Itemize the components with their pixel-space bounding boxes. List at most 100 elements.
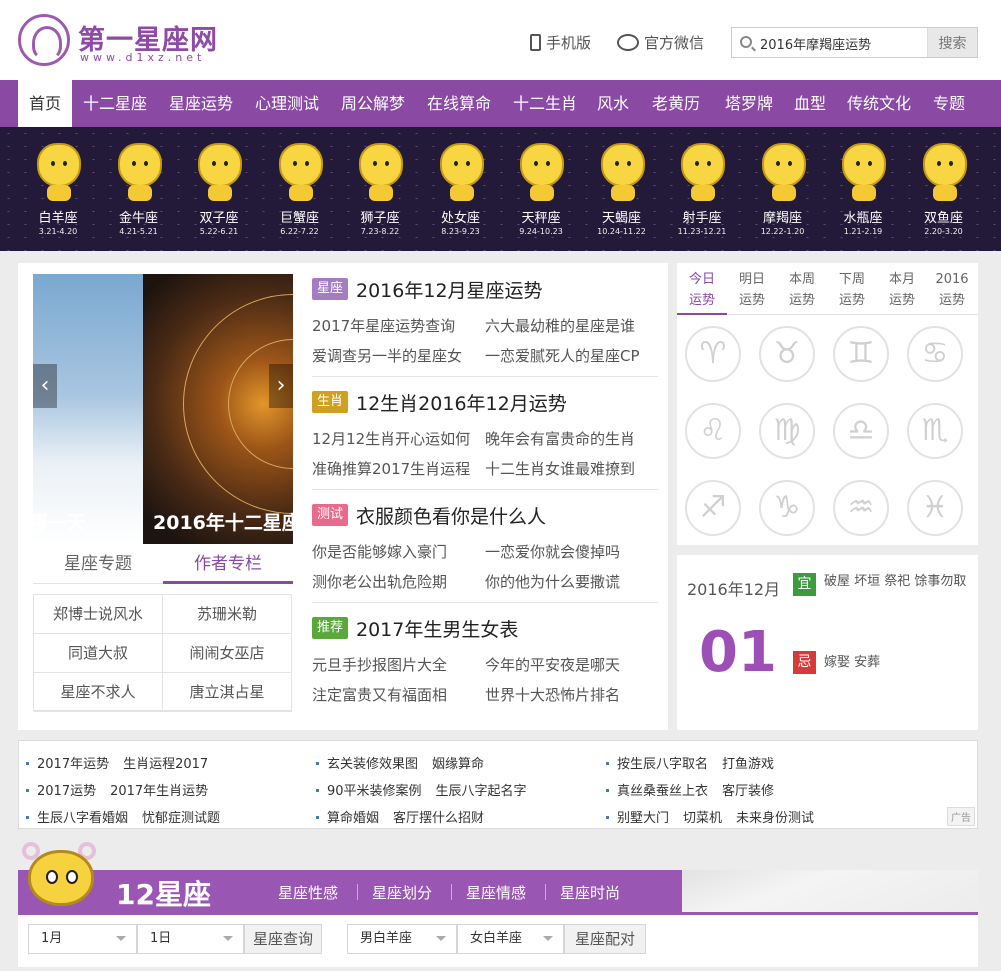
nav-item[interactable]: 心理测试 — [244, 80, 330, 127]
news-link[interactable]: 你是否能够嫁入豪门 — [312, 541, 447, 562]
news-tag[interactable]: 推荐 — [312, 617, 349, 639]
news-link[interactable]: 测你老公出轨危险期 — [312, 571, 447, 592]
aries-icon[interactable]: ♈ — [685, 326, 741, 382]
pisces-icon[interactable]: ♓ — [907, 480, 963, 536]
section-link[interactable]: 星座性感 — [278, 882, 338, 903]
ad-link[interactable]: 忧郁症测试题 — [142, 811, 220, 826]
news-link[interactable]: 元旦手抄报图片大全 — [312, 654, 447, 675]
ad-link[interactable]: 2017运势 — [37, 784, 96, 799]
month-select[interactable]: 1月 — [28, 924, 137, 954]
author-link[interactable]: 同道大叔 — [34, 634, 163, 673]
virgo-icon[interactable]: ♍ — [759, 403, 815, 459]
zodiac-item[interactable]: 金牛座 4.21-5.21 — [99, 133, 179, 249]
nav-item[interactable]: 老黄历 — [638, 80, 714, 127]
zodiac-item[interactable]: 双鱼座 2.20-3.20 — [904, 133, 984, 249]
day-select[interactable]: 1日 — [137, 924, 244, 954]
fortune-tab[interactable]: 本周 运势 — [777, 269, 827, 311]
banner-slider[interactable]: 哪一天 2016年十二星座 — [33, 274, 293, 544]
zodiac-item[interactable]: 射手座 11.23-12.21 — [662, 133, 742, 249]
news-link[interactable]: 十二生肖女谁最难撩到 — [485, 458, 635, 479]
zodiac-item[interactable]: 双子座 5.22-6.21 — [179, 133, 259, 249]
fortune-tab[interactable]: 本月 运势 — [877, 269, 927, 311]
nav-item[interactable]: 传统文化 — [836, 80, 922, 127]
cancer-icon[interactable]: ♋ — [907, 326, 963, 382]
nav-item[interactable]: 塔罗牌 — [714, 80, 784, 127]
ad-link[interactable]: 玄关装修效果图 — [327, 757, 418, 772]
ad-link[interactable]: 生辰八字看婚姻 — [37, 811, 128, 826]
nav-item[interactable]: 风水 — [588, 80, 638, 127]
zodiac-item[interactable]: 天秤座 9.24-10.23 — [501, 133, 581, 249]
section-link[interactable]: 星座时尚 — [560, 882, 620, 903]
scorpio-icon[interactable]: ♏ — [907, 403, 963, 459]
ad-link[interactable]: 真丝桑蚕丝上衣 — [617, 784, 708, 799]
nav-item[interactable]: 在线算命 — [416, 80, 502, 127]
news-link[interactable]: 12月12生肖开心运如何 — [312, 428, 470, 449]
section-link[interactable]: 星座情感 — [466, 882, 526, 903]
news-tag[interactable]: 星座 — [312, 278, 349, 300]
female-sign-select[interactable]: 女白羊座 — [457, 924, 564, 954]
news-tag[interactable]: 测试 — [312, 504, 349, 526]
ad-link[interactable]: 2017年运势 — [37, 757, 109, 772]
aquarius-icon[interactable]: ♒ — [833, 480, 889, 536]
news-headline[interactable]: 2016年12月星座运势 — [356, 276, 543, 303]
tab-authors[interactable]: 作者专栏 — [163, 548, 293, 584]
nav-item[interactable]: 血型 — [784, 80, 836, 127]
male-sign-select[interactable]: 男白羊座 — [347, 924, 457, 954]
author-link[interactable]: 唐立淇占星 — [163, 673, 292, 712]
news-headline[interactable]: 2017年生男生女表 — [356, 615, 518, 642]
mobile-link[interactable]: 手机版 — [530, 32, 591, 53]
ad-link[interactable]: 切菜机 — [683, 811, 722, 826]
fortune-tab[interactable]: 2016 运势 — [927, 269, 977, 311]
news-link[interactable]: 今年的平安夜是哪天 — [485, 654, 620, 675]
news-link[interactable]: 一恋爱腻死人的星座CP — [485, 345, 640, 366]
news-link[interactable]: 一恋爱你就会傻掉吗 — [485, 541, 620, 562]
ad-link[interactable]: 生肖运程2017 — [123, 757, 208, 772]
news-tag[interactable]: 生肖 — [312, 391, 349, 413]
fortune-tab[interactable]: 下周 运势 — [827, 269, 877, 311]
news-link[interactable]: 准确推算2017生肖运程 — [312, 458, 470, 479]
gemini-icon[interactable]: ♊ — [833, 326, 889, 382]
nav-item[interactable]: 周公解梦 — [330, 80, 416, 127]
ji-text[interactable]: 嫁娶 安葬 — [824, 651, 880, 670]
zodiac-item[interactable]: 摩羯座 12.22-1.20 — [743, 133, 823, 249]
ad-link[interactable]: 别墅大门 — [617, 811, 669, 826]
zodiac-item[interactable]: 水瓶座 1.21-2.19 — [823, 133, 903, 249]
sign-match-button[interactable]: 星座配对 — [564, 924, 646, 954]
news-headline[interactable]: 衣服颜色看你是什么人 — [356, 502, 546, 529]
sagittarius-icon[interactable]: ♐ — [685, 480, 741, 536]
fortune-tab[interactable]: 明日 运势 — [727, 269, 777, 311]
news-link[interactable]: 2017年星座运势查询 — [312, 315, 455, 336]
taurus-icon[interactable]: ♉ — [759, 326, 815, 382]
zodiac-item[interactable]: 巨蟹座 6.22-7.22 — [260, 133, 340, 249]
section-link[interactable]: 星座划分 — [372, 882, 432, 903]
news-headline[interactable]: 12生肖2016年12月运势 — [356, 389, 567, 416]
news-link[interactable]: 世界十大恐怖片排名 — [485, 684, 620, 705]
slider-prev-button[interactable]: ‹ — [33, 364, 57, 408]
yi-text[interactable]: 破屋 坏垣 祭祀 馀事勿取 — [824, 571, 969, 592]
author-link[interactable]: 苏珊米勒 — [163, 595, 292, 634]
news-link[interactable]: 注定富贵又有福面相 — [312, 684, 447, 705]
search-input[interactable] — [760, 33, 920, 53]
zodiac-item[interactable]: 处女座 8.23-9.23 — [421, 133, 501, 249]
ad-link[interactable]: 生辰八字起名字 — [436, 784, 527, 799]
slider-next-button[interactable]: › — [269, 364, 293, 408]
news-link[interactable]: 你的他为什么要撒谎 — [485, 571, 620, 592]
nav-item[interactable]: 专题 — [922, 80, 976, 127]
capricorn-icon[interactable]: ♑ — [759, 480, 815, 536]
logo-icon[interactable] — [18, 14, 70, 66]
author-link[interactable]: 星座不求人 — [34, 673, 163, 712]
news-link[interactable]: 晚年会有富贵命的生肖 — [485, 428, 635, 449]
author-link[interactable]: 郑博士说风水 — [34, 595, 163, 634]
nav-item[interactable]: 星座运势 — [158, 80, 244, 127]
wechat-link[interactable]: 官方微信 — [617, 32, 704, 53]
tab-topics[interactable]: 星座专题 — [33, 548, 163, 584]
ad-link[interactable]: 客厅摆什么招财 — [393, 811, 484, 826]
author-link[interactable]: 闹闹女巫店 — [163, 634, 292, 673]
ad-link[interactable]: 90平米装修案例 — [327, 784, 422, 799]
ad-link[interactable]: 算命婚姻 — [327, 811, 379, 826]
ad-link[interactable]: 姻缘算命 — [432, 757, 484, 772]
sign-query-button[interactable]: 星座查询 — [244, 924, 322, 954]
nav-item[interactable]: 首页 — [18, 80, 72, 127]
zodiac-item[interactable]: 白羊座 3.21-4.20 — [18, 133, 98, 249]
search-button[interactable]: 搜索 — [927, 28, 977, 57]
